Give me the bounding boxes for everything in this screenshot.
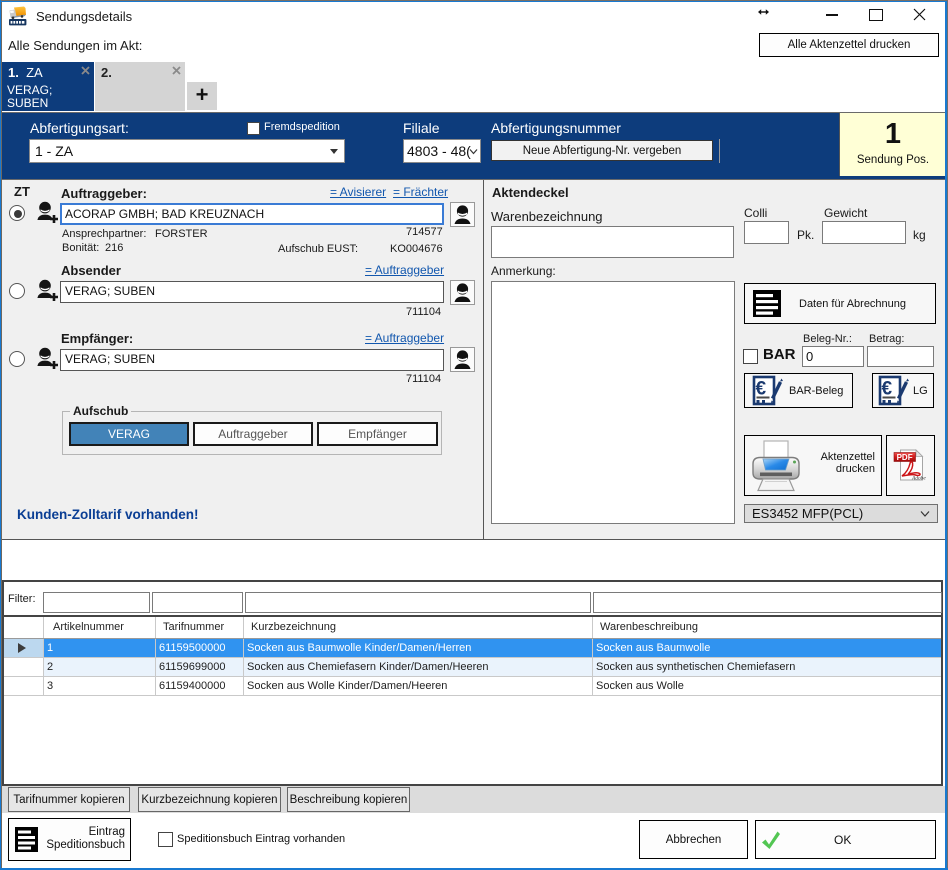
svg-text:€: € — [882, 379, 893, 400]
svg-text:PDF: PDF — [897, 453, 913, 462]
svg-text:€: € — [756, 379, 767, 400]
svg-text:Adobe: Adobe — [911, 476, 926, 482]
